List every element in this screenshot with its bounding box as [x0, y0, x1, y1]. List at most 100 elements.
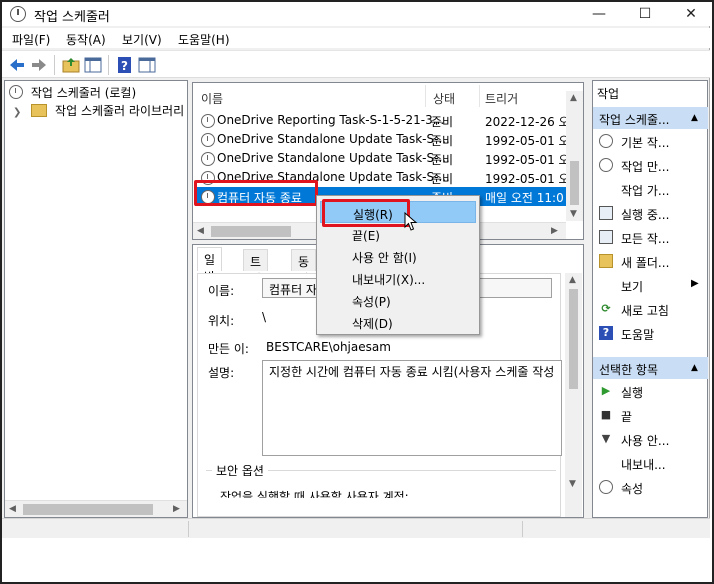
section-title: 작업 스케줄...	[599, 113, 670, 127]
actions-header: 작업	[597, 87, 620, 101]
action-label: 기본 작...	[621, 136, 670, 150]
author-label: 만든 이:	[208, 342, 249, 356]
clock-icon	[201, 152, 215, 166]
show-hide-action-pane-icon[interactable]	[138, 56, 156, 74]
tree-item-label: 작업 스케줄러 (로컬)	[30, 86, 137, 100]
highlight-box	[322, 199, 410, 227]
column-divider	[425, 85, 426, 107]
clock-icon	[599, 134, 613, 148]
clock-icon	[599, 480, 613, 494]
scroll-thumb[interactable]	[211, 226, 291, 237]
highlight-box	[194, 180, 318, 206]
action-view[interactable]: 보기 ▶	[599, 275, 705, 297]
mouse-cursor-icon	[404, 212, 418, 231]
column-header-trigger[interactable]: 트리거	[485, 90, 518, 107]
menu-item-label: 끝(E)	[352, 229, 380, 243]
clock-icon	[9, 85, 23, 99]
tree-item-local[interactable]: 작업 스케줄러 (로컬)	[9, 84, 136, 102]
name-label: 이름:	[208, 284, 235, 298]
forward-arrow-icon[interactable]	[30, 56, 48, 74]
task-trigger: 2022-12-26 오	[485, 115, 567, 129]
task-status: 준비	[431, 115, 454, 129]
new-folder-icon	[599, 254, 613, 268]
tree-item-label: 작업 스케줄러 라이브러리	[55, 104, 185, 118]
action-label: 내보내...	[621, 458, 666, 472]
tab-triggers[interactable]: 트리거	[243, 249, 269, 303]
column-header-status[interactable]: 상태	[433, 90, 455, 107]
description-field[interactable]: 지정한 시간에 컴퓨터 자동 종료 시킴(사용자 스케줄 작성	[262, 360, 562, 456]
description-label: 설명:	[208, 366, 235, 380]
minimize-button[interactable]: —	[576, 2, 622, 26]
collapse-arrow-icon[interactable]: ▲	[691, 113, 698, 123]
scroll-right-icon[interactable]: ▶	[173, 504, 180, 514]
scroll-thumb[interactable]	[23, 504, 153, 515]
security-options-label: 보안 옵션	[212, 462, 268, 479]
task-trigger: 1992-05-01 오	[485, 134, 567, 148]
menu-item-delete[interactable]: 삭제(D)	[320, 311, 476, 333]
action-label: 작업 만...	[621, 160, 670, 174]
action-label: 실행	[621, 386, 644, 400]
up-folder-icon[interactable]	[62, 56, 80, 74]
action-label: 도움말	[621, 328, 655, 342]
show-hide-tree-icon[interactable]	[84, 56, 102, 74]
menu-action[interactable]: 동작(A)	[66, 31, 106, 48]
task-status: 준비	[431, 134, 454, 148]
scroll-down-icon[interactable]: ▼	[569, 479, 576, 489]
clock-icon	[201, 133, 215, 147]
task-trigger: 1992-05-01 오	[485, 153, 567, 167]
status-bar	[2, 518, 710, 538]
scroll-thumb[interactable]	[569, 289, 578, 389]
close-button[interactable]: ✕	[668, 2, 714, 26]
console-tree-panel: 작업 스케줄러 (로컬) ❯ 작업 스케줄러 라이브러리 ◀ ▶	[4, 80, 188, 518]
column-divider	[479, 85, 480, 107]
stop-icon: ■	[600, 408, 612, 421]
window-title: 작업 스케줄러	[34, 10, 110, 25]
section-title: 선택한 항목	[599, 363, 659, 377]
tree-horizontal-scrollbar[interactable]: ◀ ▶	[5, 500, 187, 517]
task-list-vertical-scrollbar[interactable]: ▲ ▼	[566, 91, 583, 221]
menu-file[interactable]: 파일(F)	[12, 31, 50, 48]
menu-item-export[interactable]: 내보내기(X)...	[320, 267, 476, 289]
scroll-right-icon[interactable]: ▶	[551, 226, 558, 236]
task-trigger: 매일 오전 11:0	[485, 191, 564, 205]
submenu-arrow-icon: ▶	[691, 278, 699, 289]
back-arrow-icon[interactable]	[8, 56, 26, 74]
collapse-arrow-icon[interactable]: ▲	[691, 363, 698, 373]
scroll-left-icon[interactable]: ◀	[197, 226, 204, 236]
menu-item-label: 삭제(D)	[352, 317, 393, 331]
action-label: 작업 가...	[621, 184, 670, 198]
expand-chevron-icon[interactable]: ❯	[13, 107, 21, 118]
tab-general[interactable]: 일반	[197, 247, 223, 284]
help-icon[interactable]: ?	[116, 56, 134, 74]
actions-pane: 작업 작업 스케줄... ▲ 기본 작... 작업 만... 작업 가... 실…	[592, 80, 708, 518]
scroll-up-icon[interactable]: ▲	[569, 275, 576, 285]
menu-help[interactable]: 도움말(H)	[178, 31, 230, 48]
menu-item-disable[interactable]: 사용 안 함(I)	[320, 245, 476, 267]
clock-icon	[201, 114, 215, 128]
task-row[interactable]: OneDrive Reporting Task-S-1-5-21-3... 준비…	[195, 111, 567, 130]
tree-item-library[interactable]: ❯ 작업 스케줄러 라이브러리	[13, 102, 184, 120]
task-trigger: 1992-05-01 오	[485, 172, 567, 186]
disable-arrow-icon: ▼	[601, 432, 611, 445]
menu-item-label: 내보내기(X)...	[352, 273, 426, 287]
status-divider	[188, 521, 189, 537]
column-header-name[interactable]: 이름	[201, 90, 223, 107]
maximize-button[interactable]: ☐	[622, 2, 668, 26]
task-row[interactable]: OneDrive Standalone Update Task-S-... 준비…	[195, 149, 567, 168]
task-name: OneDrive Reporting Task-S-1-5-21-3...	[217, 113, 445, 127]
scroll-down-icon[interactable]: ▼	[570, 209, 577, 219]
menu-view[interactable]: 보기(V)	[122, 31, 162, 48]
tab-actions[interactable]: 동작	[291, 249, 317, 286]
author-value: BESTCARE\ohjaesam	[266, 340, 391, 354]
scroll-up-icon[interactable]: ▲	[570, 93, 577, 103]
action-label: 모든 작...	[621, 232, 670, 246]
play-icon: ▶	[601, 384, 611, 397]
scroll-thumb[interactable]	[570, 161, 579, 205]
detail-vertical-scrollbar[interactable]: ▲ ▼	[565, 273, 582, 517]
scroll-left-icon[interactable]: ◀	[9, 504, 16, 514]
task-row[interactable]: OneDrive Standalone Update Task-S-... 준비…	[195, 130, 567, 149]
section-header-selected-item[interactable]: 선택한 항목 ▲	[593, 357, 708, 379]
action-label: 사용 안...	[621, 434, 670, 448]
section-header-task-scheduler[interactable]: 작업 스케줄... ▲	[593, 107, 708, 129]
menu-item-properties[interactable]: 속성(P)	[320, 289, 476, 311]
